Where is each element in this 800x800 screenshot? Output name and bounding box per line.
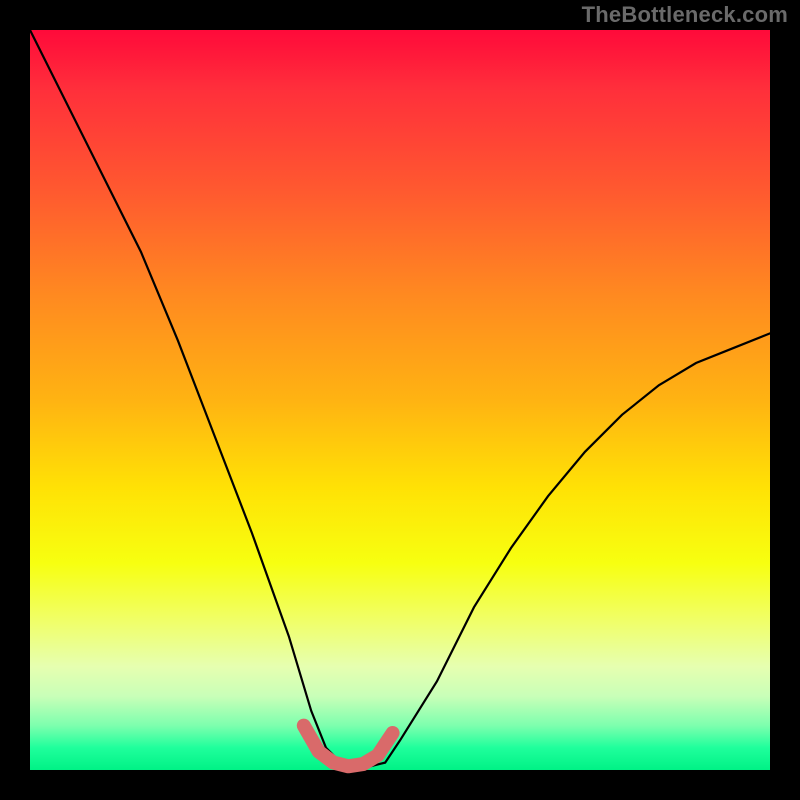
watermark-text: TheBottleneck.com [582, 4, 788, 26]
chart-frame: TheBottleneck.com [0, 0, 800, 800]
bottleneck-curve-path [30, 30, 770, 766]
chart-svg [30, 30, 770, 770]
optimal-band-path [304, 726, 393, 767]
plot-area [30, 30, 770, 770]
